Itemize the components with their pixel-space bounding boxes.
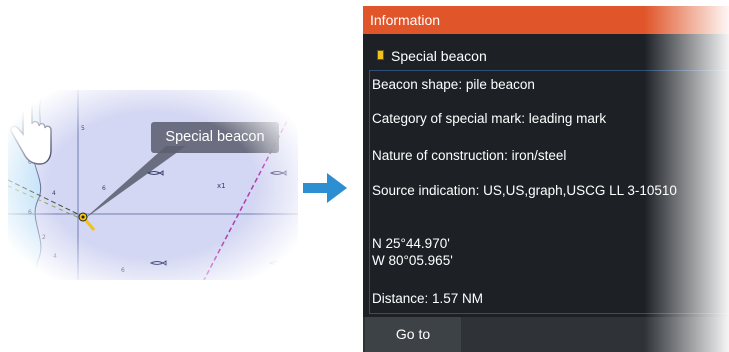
- depth-sounding: 4: [52, 190, 56, 197]
- chart-view[interactable]: 5 4 6 4 6 6 2 6 Special beacon x1: [8, 90, 298, 280]
- longitude: W 80°05.965': [372, 253, 453, 268]
- depth-sounding: 6: [28, 209, 32, 216]
- goto-button[interactable]: Go to: [365, 317, 461, 352]
- distance: Distance: 1.57 NM: [372, 291, 484, 306]
- object-header[interactable]: Special beacon: [363, 46, 487, 66]
- beacon-shape: Beacon shape: pile beacon: [372, 77, 535, 92]
- fish-icon: [146, 170, 164, 176]
- fish-icon: [149, 260, 167, 266]
- hand-pointer-icon: [10, 92, 52, 165]
- information-panel: Information Special beacon Beacon shape:…: [363, 6, 729, 352]
- callout-pointer: [83, 146, 186, 220]
- depth-sounding: 2: [42, 234, 46, 241]
- tap-count: x1: [217, 182, 226, 190]
- fish-icon: [268, 260, 286, 266]
- beacon-icon: [377, 50, 384, 60]
- latitude: N 25°44.970': [372, 236, 450, 251]
- construction-nature: Nature of construction: iron/steel: [372, 148, 567, 163]
- object-name: Special beacon: [391, 48, 487, 64]
- depth-sounding: 4: [53, 253, 57, 260]
- right-arrow-icon: [303, 173, 347, 203]
- depth-sounding: 6: [121, 267, 125, 274]
- info-details[interactable]: Beacon shape: pile beacon Category of sp…: [369, 70, 729, 314]
- panel-action-bar: Go to: [363, 317, 729, 352]
- beacon-icon[interactable]: [78, 212, 96, 231]
- special-beacon-callout[interactable]: Special beacon: [151, 122, 279, 153]
- source-indication: Source indication: US,US,graph,USCG LL 3…: [372, 183, 677, 198]
- depth-sounding: 6: [102, 185, 106, 192]
- fish-icon: [269, 170, 287, 176]
- depth-sounding: 5: [81, 125, 85, 132]
- panel-title: Information: [363, 6, 729, 34]
- special-mark-category: Category of special mark: leading mark: [372, 111, 607, 126]
